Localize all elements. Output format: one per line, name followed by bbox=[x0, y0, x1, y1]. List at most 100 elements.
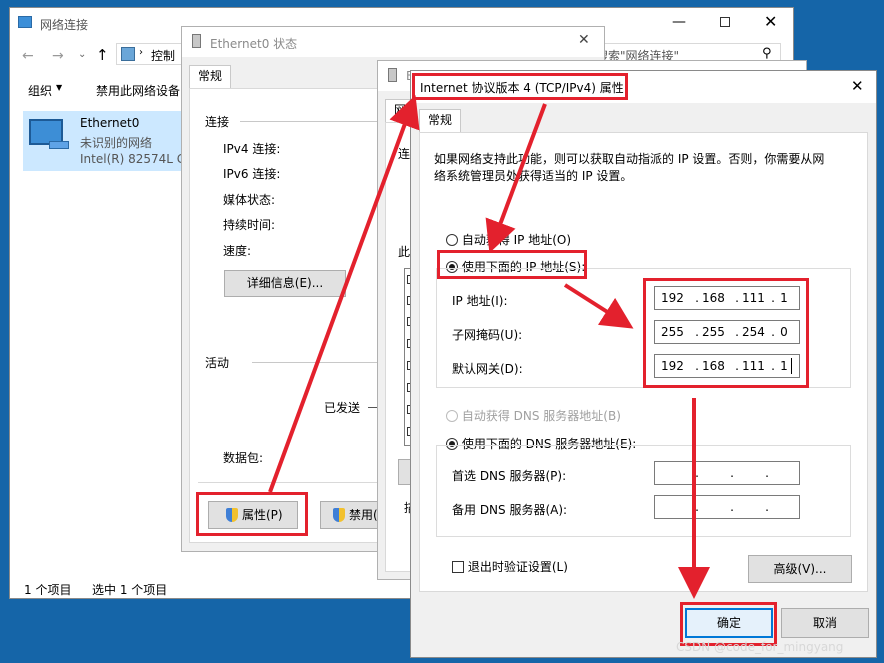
gateway-octet: 1 bbox=[780, 359, 788, 373]
octet-dot: . bbox=[771, 359, 775, 373]
preferred-dns-field[interactable]: . . . bbox=[654, 461, 800, 485]
octet-dot: . bbox=[730, 500, 734, 514]
connect-using-label: 连 bbox=[398, 147, 411, 161]
ipv4-title-bar: Internet 协议版本 4 (TCP/IPv4) 属性 ✕ bbox=[411, 71, 876, 103]
net-window-title: 网络连接 bbox=[40, 18, 89, 32]
maximize-icon[interactable] bbox=[720, 17, 730, 27]
minimize-icon[interactable]: — bbox=[672, 14, 686, 30]
auto-dns-label: 自动获得 DNS 服务器地址(B) bbox=[461, 409, 621, 423]
subnet-mask-octet: 255 bbox=[661, 325, 684, 339]
details-button[interactable]: 详细信息(E)... bbox=[224, 270, 346, 297]
back-arrow-icon[interactable]: ← bbox=[22, 48, 34, 64]
status-title-bar: Ethernet0 状态 ✕ bbox=[182, 27, 604, 57]
octet-dot: . bbox=[730, 466, 734, 480]
adapter-device: Intel(R) 82574L Gi bbox=[80, 152, 190, 166]
auto-dns-radio[interactable] bbox=[446, 410, 458, 422]
ip-address-field[interactable]: 192 . 168 . 111 . 1 bbox=[654, 286, 800, 310]
ok-button-label: 确定 bbox=[716, 616, 741, 630]
connection-divider bbox=[240, 121, 380, 122]
ip-address-octet: 168 bbox=[702, 291, 725, 305]
status-dialog-title: Ethernet0 状态 bbox=[210, 37, 298, 51]
ethernet-props-icon bbox=[388, 68, 397, 82]
csdn-watermark: CSDN @code_for_mingyang bbox=[676, 640, 844, 654]
alternate-dns-label: 备用 DNS 服务器(A): bbox=[452, 503, 568, 517]
validate-checkbox[interactable] bbox=[452, 561, 464, 573]
adapter-item[interactable]: Ethernet0 未识别的网络 Intel(R) 82574L Gi bbox=[23, 111, 189, 171]
cancel-button[interactable]: 取消 bbox=[781, 608, 869, 638]
history-chevron-icon[interactable]: ⌄ bbox=[78, 49, 86, 60]
uac-shield-icon bbox=[226, 508, 238, 522]
status-tab-label: 常规 bbox=[198, 69, 223, 83]
organize-chevron-icon: ▼ bbox=[56, 83, 63, 92]
octet-dot: . bbox=[735, 325, 739, 339]
ipv4-connection-label: IPv4 连接: bbox=[223, 142, 281, 156]
organize-menu[interactable]: 组织 bbox=[28, 82, 52, 99]
octet-dot: . bbox=[695, 466, 699, 480]
selected-count: 选中 1 个项目 bbox=[92, 583, 168, 597]
status-close-icon[interactable]: ✕ bbox=[578, 32, 590, 48]
items-label: 此 bbox=[398, 245, 411, 259]
validate-label: 退出时验证设置(L) bbox=[467, 560, 568, 574]
subnet-mask-field[interactable]: 255 . 255 . 254 . 0 bbox=[654, 320, 800, 344]
control-panel-icon bbox=[121, 47, 135, 61]
octet-dot: . bbox=[695, 500, 699, 514]
ipv4-tab-label: 常规 bbox=[428, 113, 453, 127]
octet-dot: . bbox=[695, 359, 699, 373]
gateway-octet: 111 bbox=[742, 359, 765, 373]
auto-ip-option[interactable]: 自动获得 IP 地址(O) bbox=[446, 231, 571, 248]
media-state-label: 媒体状态: bbox=[223, 193, 276, 207]
ip-address-octet: 1 bbox=[780, 291, 788, 305]
forward-arrow-icon[interactable]: → bbox=[52, 48, 64, 64]
ip-address-octet: 192 bbox=[661, 291, 684, 305]
disable-device-button[interactable]: 禁用此网络设备 bbox=[96, 82, 180, 99]
advanced-button-label: 高级(V)... bbox=[773, 562, 827, 576]
adapter-name: Ethernet0 bbox=[80, 116, 140, 130]
auto-ip-radio[interactable] bbox=[446, 234, 458, 246]
octet-dot: . bbox=[735, 291, 739, 305]
ipv4-properties-dialog: Internet 协议版本 4 (TCP/IPv4) 属性 ✕ 常规 如果网络支… bbox=[410, 70, 877, 658]
advanced-button[interactable]: 高级(V)... bbox=[748, 555, 852, 583]
octet-dot: . bbox=[765, 466, 769, 480]
close-icon[interactable]: ✕ bbox=[764, 12, 777, 31]
gateway-octet: 192 bbox=[661, 359, 684, 373]
ethernet-cable-icon bbox=[49, 141, 69, 149]
speed-label: 速度: bbox=[223, 244, 252, 258]
activity-header: 活动 bbox=[205, 356, 230, 370]
octet-dot: . bbox=[695, 325, 699, 339]
properties-button[interactable]: 属性(P) bbox=[208, 501, 298, 529]
address-text: 控制 bbox=[151, 49, 176, 63]
ipv4-description: 如果网络支持此功能，则可以获取自动指派的 IP 设置。否则，你需要从网络系统管理… bbox=[434, 152, 825, 183]
up-arrow-icon[interactable]: ↑ bbox=[96, 46, 109, 64]
ipv6-connection-label: IPv6 连接: bbox=[223, 167, 281, 181]
button-divider bbox=[198, 482, 383, 483]
properties-button-label: 属性(P) bbox=[242, 508, 283, 522]
search-icon: ⚲ bbox=[762, 46, 772, 61]
text-caret bbox=[791, 358, 792, 374]
default-gateway-field[interactable]: 192 . 168 . 111 . 1 bbox=[654, 354, 800, 378]
sent-label: 已发送 bbox=[324, 401, 361, 415]
ip-address-octet: 111 bbox=[742, 291, 765, 305]
gateway-octet: 168 bbox=[702, 359, 725, 373]
octet-dot: . bbox=[771, 291, 775, 305]
ipv4-tab-panel: 如果网络支持此功能，则可以获取自动指派的 IP 设置。否则，你需要从网络系统管理… bbox=[419, 132, 868, 592]
duration-label: 持续时间: bbox=[223, 218, 276, 232]
address-chevron-icon: › bbox=[139, 47, 143, 58]
cancel-button-label: 取消 bbox=[812, 616, 837, 630]
tab-general-status[interactable]: 常规 bbox=[189, 65, 232, 89]
auto-ip-label: 自动获得 IP 地址(O) bbox=[461, 233, 572, 247]
auto-dns-option[interactable]: 自动获得 DNS 服务器地址(B) bbox=[446, 407, 621, 424]
ok-button[interactable]: 确定 bbox=[685, 608, 773, 638]
adapter-status: 未识别的网络 bbox=[80, 136, 153, 150]
octet-dot: . bbox=[765, 500, 769, 514]
default-gateway-label: 默认网关(D): bbox=[452, 362, 523, 376]
tab-general-ipv4[interactable]: 常规 bbox=[419, 109, 462, 133]
subnet-mask-label: 子网掩码(U): bbox=[452, 328, 523, 342]
item-count: 1 个项目 bbox=[24, 583, 72, 597]
subnet-mask-octet: 0 bbox=[780, 325, 788, 339]
validate-on-exit-option[interactable]: 退出时验证设置(L) bbox=[452, 558, 568, 575]
ipv4-close-icon[interactable]: ✕ bbox=[851, 77, 864, 95]
alternate-dns-field[interactable]: . . . bbox=[654, 495, 800, 519]
activity-divider bbox=[252, 362, 382, 363]
details-button-label: 详细信息(E)... bbox=[246, 276, 324, 290]
uac-shield-icon bbox=[333, 508, 345, 522]
